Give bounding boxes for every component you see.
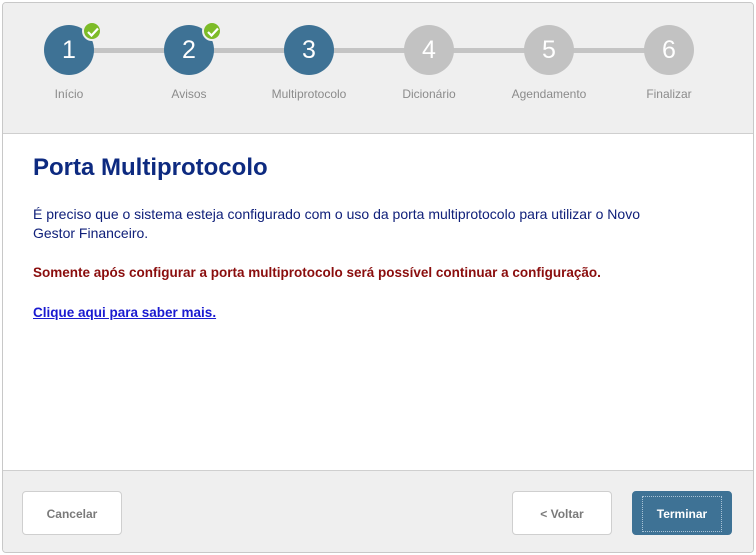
step-number: 1 <box>62 36 76 64</box>
page-title: Porta Multiprotocolo <box>33 154 268 181</box>
step-number: 3 <box>302 36 316 64</box>
description-text: É preciso que o sistema esteja configura… <box>33 206 640 241</box>
step-label-dicionario: Dicionário <box>402 87 456 101</box>
back-button[interactable]: < Voltar <box>512 491 612 535</box>
step-number: 6 <box>662 36 676 64</box>
step-number: 4 <box>422 36 436 64</box>
step-label-multiprotocolo: Multiprotocolo <box>271 87 347 101</box>
step-content: Porta Multiprotocolo É preciso que o sis… <box>3 134 753 470</box>
step-label-agendamento: Agendamento <box>511 87 587 101</box>
cancel-button[interactable]: Cancelar <box>22 491 122 535</box>
wizard-stepper: 1 2 3 4 5 6 Início Avisos Multiprotocolo… <box>3 3 753 134</box>
step-6-circle: 6 <box>644 25 694 75</box>
step-number: 5 <box>542 36 556 64</box>
step-label-avisos: Avisos <box>171 87 207 101</box>
step-label-inicio: Início <box>54 87 84 101</box>
step-2-circle: 2 <box>164 21 222 75</box>
step-5-circle: 5 <box>524 25 574 75</box>
checkmark-icon <box>82 21 102 41</box>
finish-button[interactable]: Terminar <box>632 491 732 535</box>
checkmark-icon <box>202 21 222 41</box>
step-label-finalizar: Finalizar <box>646 87 692 101</box>
wizard-dialog: 1 2 3 4 5 6 Início Avisos Multiprotocolo… <box>2 2 754 553</box>
step-1-circle: 1 <box>44 21 102 75</box>
warning-text: Somente após configurar a porta multipro… <box>33 265 601 280</box>
step-4-circle: 4 <box>404 25 454 75</box>
step-number: 2 <box>182 36 196 64</box>
finish-button-label: Terminar <box>642 496 722 532</box>
wizard-footer: Cancelar < Voltar Terminar <box>3 470 753 552</box>
learn-more-link[interactable]: Clique aqui para saber mais. <box>33 305 216 320</box>
step-3-circle: 3 <box>284 25 334 75</box>
